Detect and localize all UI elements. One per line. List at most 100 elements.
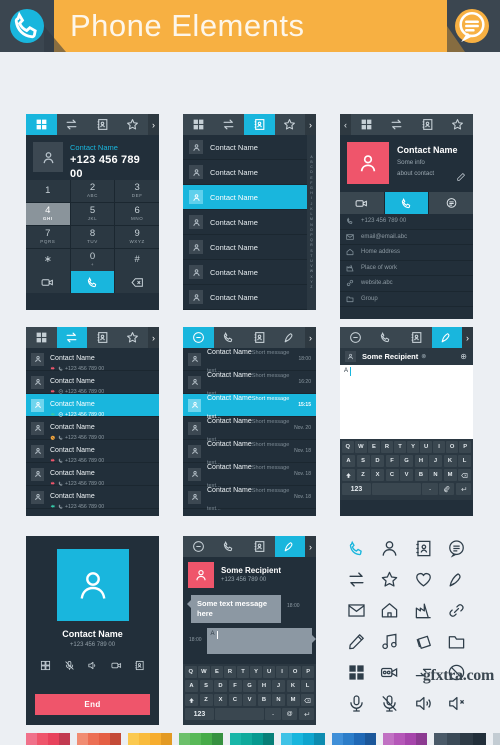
key-w[interactable]: W	[198, 666, 210, 678]
key-r[interactable]: R	[224, 666, 236, 678]
key-q[interactable]: Q	[185, 666, 197, 678]
key-c[interactable]: C	[385, 469, 399, 481]
key-i[interactable]: I	[276, 666, 288, 678]
mute-icon[interactable]	[64, 658, 75, 676]
key-l[interactable]: L	[301, 680, 314, 692]
key-d[interactable]: D	[371, 455, 384, 467]
key-w[interactable]: W	[355, 441, 367, 453]
contacts-icon[interactable]	[134, 658, 145, 676]
video-call-icon[interactable]	[111, 658, 122, 676]
tab-overflow-arrow[interactable]: ›	[305, 536, 316, 557]
key-k[interactable]: K	[286, 680, 300, 692]
key-y[interactable]: Y	[407, 441, 419, 453]
field-email[interactable]: email@email.abc	[340, 230, 473, 245]
shift-key[interactable]	[185, 694, 198, 706]
table-row[interactable]: Contact Name +123 456 789 00	[26, 463, 159, 487]
key-r[interactable]: R	[381, 441, 393, 453]
list-item[interactable]: Contact Name	[183, 210, 316, 235]
tab-keypad[interactable]	[183, 114, 214, 135]
person-icon[interactable]	[380, 539, 399, 563]
key-b[interactable]: B	[257, 694, 271, 706]
key-d[interactable]: D	[214, 680, 227, 692]
key-hash[interactable]: #	[115, 249, 159, 271]
message-input[interactable]: A	[340, 365, 473, 439]
table-row[interactable]: Contact Name +123 456 789 00	[26, 348, 159, 372]
paperclip-icon[interactable]	[439, 483, 455, 495]
tab-favorites[interactable]	[275, 114, 306, 135]
key-p[interactable]: P	[302, 666, 314, 678]
tab-overflow-arrow[interactable]: ›	[462, 327, 473, 348]
tab-favorites[interactable]	[443, 114, 474, 135]
key-7[interactable]: 7 PQRS	[26, 226, 70, 248]
key-m[interactable]: M	[443, 469, 457, 481]
home-icon[interactable]	[380, 601, 399, 625]
key-f[interactable]: F	[228, 680, 242, 692]
tab-calllog[interactable]	[57, 114, 88, 135]
key-y[interactable]: Y	[250, 666, 262, 678]
key-z[interactable]: Z	[356, 469, 370, 481]
list-item[interactable]: Contact Name	[183, 285, 316, 310]
field-group[interactable]: Group	[340, 292, 473, 307]
key-s[interactable]: S	[199, 680, 213, 692]
table-row[interactable]: Contact Name +123 456 789 00	[26, 486, 159, 510]
space-key[interactable]	[215, 708, 264, 720]
dialer-keypad[interactable]: 1 2 ABC 3 DEF 4 GHI 5 JKL 6 MNO 7 PQRS 8 TUV 9W…	[26, 180, 159, 271]
key-n[interactable]: N	[429, 469, 442, 481]
tab-keypad[interactable]	[26, 114, 57, 135]
key-0[interactable]: 0 +	[70, 249, 115, 271]
video-call-button[interactable]	[340, 192, 384, 214]
recipient-bar[interactable]: Some Recipient ⊗ ⊕	[340, 348, 473, 365]
tab-keypad[interactable]	[26, 327, 57, 348]
key-v[interactable]: V	[243, 694, 256, 706]
folder-icon[interactable]	[447, 632, 466, 656]
key-1[interactable]: 1	[26, 180, 70, 202]
key-o[interactable]: O	[446, 441, 458, 453]
key-t[interactable]: T	[237, 666, 249, 678]
key-a[interactable]: A	[185, 680, 198, 692]
tab-contacts[interactable]	[87, 327, 118, 348]
list-item[interactable]: Contact Name	[183, 185, 316, 210]
call-button[interactable]	[384, 192, 429, 214]
photos-icon[interactable]	[414, 632, 433, 656]
key-p[interactable]: P	[459, 441, 471, 453]
key-e[interactable]: E	[368, 441, 380, 453]
field-home[interactable]: Home address	[340, 245, 473, 261]
tab-calls[interactable]	[214, 536, 245, 557]
key-m[interactable]: M	[286, 694, 300, 706]
table-row[interactable]: Contact Name +123 456 789 00	[26, 394, 159, 418]
tab-messages[interactable]	[340, 327, 371, 348]
field-phone[interactable]: +123 456 789 00	[340, 214, 473, 230]
call-icon[interactable]	[347, 539, 366, 563]
key-t[interactable]: T	[394, 441, 406, 453]
pencil-icon[interactable]	[347, 632, 366, 656]
pencil-icon[interactable]	[456, 169, 466, 187]
period-key[interactable]: .	[265, 708, 281, 720]
tab-contacts[interactable]	[244, 536, 275, 557]
keypad-icon[interactable]	[40, 658, 51, 676]
music-icon[interactable]	[380, 632, 399, 656]
back-arrow[interactable]: ‹	[340, 114, 351, 135]
key-f[interactable]: F	[385, 455, 399, 467]
mic-mute-icon[interactable]	[380, 694, 399, 718]
contacts-icon[interactable]	[414, 539, 433, 563]
key-5[interactable]: 5 JKL	[70, 203, 115, 225]
at-key[interactable]: @	[282, 708, 298, 720]
key-i[interactable]: I	[433, 441, 445, 453]
key-2[interactable]: 2 ABC	[70, 180, 115, 202]
key-j[interactable]: J	[272, 680, 285, 692]
call-button[interactable]	[70, 271, 115, 293]
field-work[interactable]: Place of work	[340, 261, 473, 276]
key-h[interactable]: H	[257, 680, 271, 692]
key-n[interactable]: N	[272, 694, 285, 706]
key-g[interactable]: G	[243, 680, 256, 692]
list-item[interactable]: Contact Name	[183, 235, 316, 260]
key-a[interactable]: A	[342, 455, 355, 467]
link-icon[interactable]	[447, 601, 466, 625]
field-website[interactable]: website.abc	[340, 276, 473, 292]
transfer-icon[interactable]	[347, 570, 366, 594]
tab-contacts[interactable]	[87, 114, 118, 135]
key-l[interactable]: L	[458, 455, 471, 467]
table-row[interactable]: Contact Name +123 456 789 00	[26, 417, 159, 441]
tab-messages[interactable]	[183, 536, 214, 557]
numbers-key[interactable]: 123	[342, 483, 371, 495]
